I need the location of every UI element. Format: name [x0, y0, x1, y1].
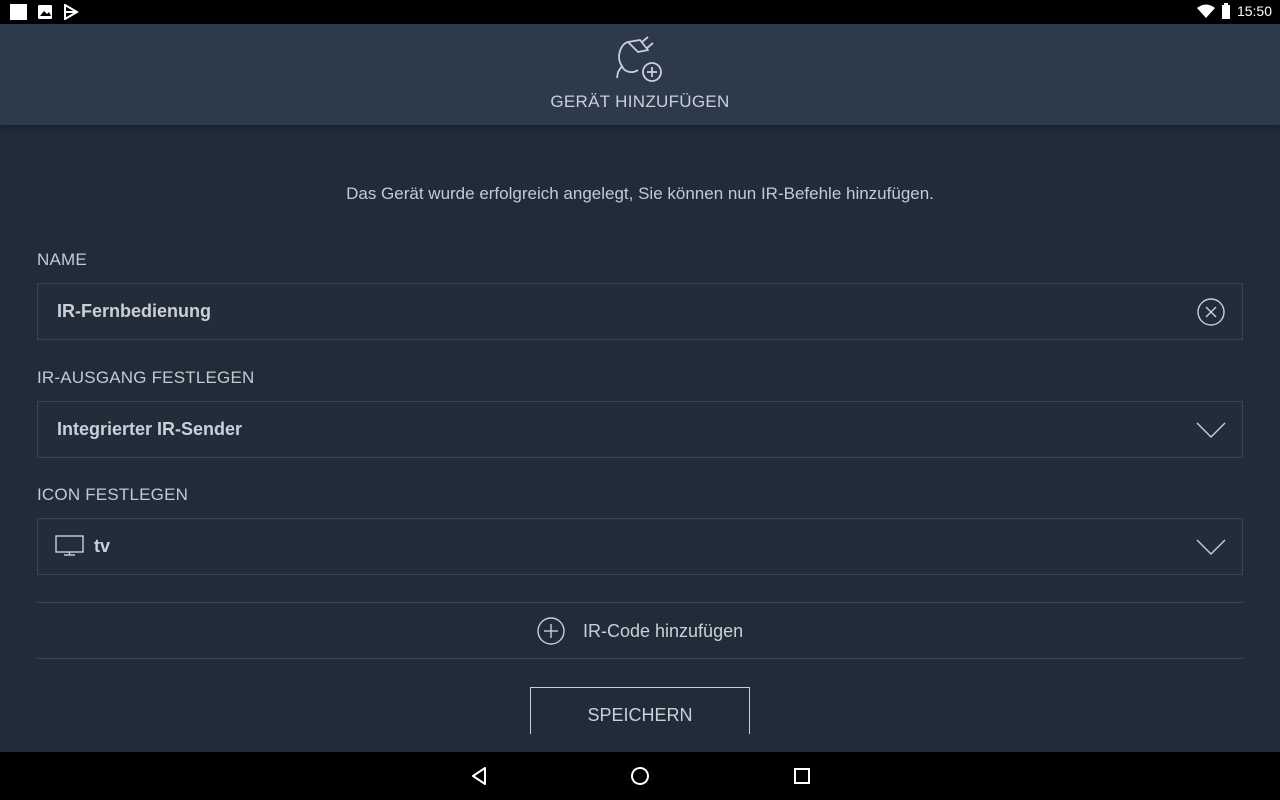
wifi-icon — [1196, 4, 1215, 18]
back-icon[interactable] — [467, 764, 491, 788]
name-field-value[interactable]: IR-Fernbedienung — [57, 301, 211, 322]
name-label: NAME — [37, 250, 87, 269]
ir-output-value: Integrierter IR-Sender — [57, 419, 243, 439]
recents-icon[interactable] — [790, 764, 814, 788]
notification-square-icon — [10, 4, 27, 20]
icon-value: tv — [94, 536, 111, 556]
plug-add-icon — [616, 36, 662, 82]
icon-select[interactable]: tv — [37, 518, 1243, 575]
image-icon — [38, 5, 52, 19]
ir-output-select[interactable]: Integrierter IR-Sender — [37, 401, 1243, 458]
home-icon[interactable] — [628, 764, 652, 788]
chevron-down-icon[interactable] — [1196, 532, 1226, 562]
name-field[interactable]: IR-Fernbedienung — [37, 283, 1243, 340]
plus-circle-icon — [537, 617, 565, 645]
page-title: GERÄT HINZUFÜGEN — [550, 92, 730, 111]
ir-output-label: IR-AUSGANG FESTLEGEN — [37, 368, 255, 387]
status-bar-right: 15:50 — [1196, 3, 1272, 19]
divider — [37, 658, 1243, 659]
tv-icon — [55, 535, 84, 556]
status-bar: 15:50 — [0, 0, 1280, 24]
divider — [37, 602, 1243, 603]
add-ir-code-label: IR-Code hinzufügen — [583, 620, 744, 641]
save-button[interactable]: SPEICHERN — [530, 687, 750, 734]
success-message: Das Gerät wurde erfolgreich angelegt, Si… — [346, 184, 934, 203]
add-ir-code-button[interactable]: IR-Code hinzufügen — [536, 616, 743, 646]
status-time: 15:50 — [1236, 3, 1272, 19]
play-store-icon — [64, 4, 79, 20]
app-header: GERÄT HINZUFÜGEN — [0, 24, 1280, 125]
status-bar-left — [10, 4, 79, 20]
clear-circle-icon[interactable] — [1196, 297, 1226, 327]
battery-icon — [1221, 3, 1230, 19]
navigation-bar — [0, 752, 1280, 800]
chevron-down-icon[interactable] — [1196, 415, 1226, 445]
icon-label: ICON FESTLEGEN — [37, 485, 189, 504]
